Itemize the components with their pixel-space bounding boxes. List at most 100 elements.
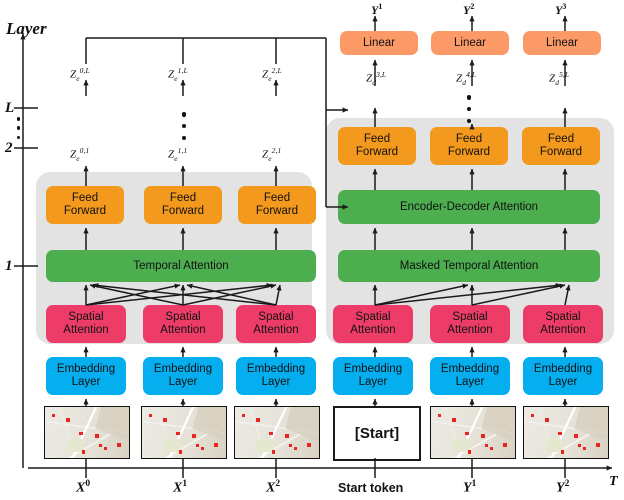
time-tick-label-y2: Y2 <box>556 479 569 497</box>
time-tick-label-x1: X1 <box>173 479 187 497</box>
block-line: Feed <box>455 133 483 146</box>
z-sub: d <box>372 77 377 87</box>
encoder-embedding-layer-2[interactable]: Embedding Layer <box>236 357 316 395</box>
decoder-linear-0[interactable]: Linear <box>340 31 418 55</box>
tick-sup: 0 <box>85 479 91 489</box>
z-sup: 5,L <box>559 70 570 79</box>
layer-axis-ellipsis <box>16 117 21 139</box>
decoder-linear-2[interactable]: Linear <box>523 31 601 55</box>
block-line: Forward <box>161 205 205 217</box>
block-line: Feed <box>71 192 99 205</box>
block-line: Forward <box>255 205 299 217</box>
decoder-embedding-layer-2[interactable]: Embedding Layer <box>523 357 603 395</box>
decoder-feed-forward-2[interactable]: Feed Forward <box>522 127 600 165</box>
block-line: Embedding <box>440 363 500 376</box>
encoder-embedding-layer-1[interactable]: Embedding Layer <box>143 357 223 395</box>
decoder-spatial-attention-1[interactable]: Spatial Attention <box>430 305 510 343</box>
decoder-output-label-2: Zd5,L <box>549 70 569 87</box>
block-line: Spatial <box>258 311 294 324</box>
masked-temporal-attention[interactable]: Masked Temporal Attention <box>338 250 600 282</box>
input-map-thumbnail-0 <box>44 406 130 459</box>
encoder-output-label-0: Ze0,L <box>70 66 90 83</box>
decoder-map-thumbnail-2 <box>523 406 609 459</box>
layer-tick-2: 2 <box>5 140 13 156</box>
decoder-linear-1[interactable]: Linear <box>431 31 509 55</box>
encoder-embedding-layer-0[interactable]: Embedding Layer <box>46 357 126 395</box>
tick-sup: 1 <box>471 479 477 489</box>
block-line: Feed <box>263 192 291 205</box>
block-line: Forward <box>447 146 491 158</box>
block-line: Embedding <box>533 363 593 376</box>
tick-base: X <box>173 480 183 496</box>
prediction-label-0: Y1 <box>371 2 382 18</box>
prediction-label-2: Y3 <box>555 2 566 18</box>
encoder-layer1-output-label-1: Ze1,1 <box>168 146 187 163</box>
z-sub: e <box>268 73 272 83</box>
decoder-spatial-attention-2[interactable]: Spatial Attention <box>523 305 603 343</box>
encoder-layer-ellipsis <box>181 112 187 140</box>
block-line: Spatial <box>165 311 201 324</box>
block-line: Feed <box>169 192 197 205</box>
layer-axis-title: Layer <box>6 19 47 38</box>
encoder-feed-forward-1[interactable]: Feed Forward <box>144 186 222 224</box>
z-sub: d <box>555 77 560 87</box>
encoder-spatial-attention-0[interactable]: Spatial Attention <box>46 305 126 343</box>
tick-base: Y <box>463 480 472 496</box>
encoder-decoder-attention[interactable]: Encoder-Decoder Attention <box>338 190 600 224</box>
y-sup: 2 <box>470 2 475 11</box>
decoder-feed-forward-1[interactable]: Feed Forward <box>430 127 508 165</box>
tick-sup: 2 <box>275 479 281 489</box>
z-sup: 3,L <box>376 70 387 79</box>
encoder-feed-forward-2[interactable]: Feed Forward <box>238 186 316 224</box>
encoder-output-label-1: Ze1,L <box>168 66 188 83</box>
encoder-spatial-attention-1[interactable]: Spatial Attention <box>143 305 223 343</box>
block-line: Embedding <box>343 363 403 376</box>
encoder-feed-forward-0[interactable]: Feed Forward <box>46 186 124 224</box>
start-token-box: [Start] <box>333 406 421 461</box>
z-sub: e <box>76 153 80 163</box>
decoder-output-label-1: Zd4,L <box>456 70 476 87</box>
z-sup: 1,L <box>177 66 188 75</box>
figure-canvas: Feed Forward Feed Forward Feed Forward Temp… <box>0 0 624 500</box>
encoder-temporal-attention[interactable]: Temporal Attention <box>46 250 316 282</box>
tick-base: X <box>266 480 276 496</box>
block-line: Temporal Attention <box>133 259 229 272</box>
decoder-map-thumbnail-1 <box>430 406 516 459</box>
decoder-feed-forward-0[interactable]: Feed Forward <box>338 127 416 165</box>
time-axis-label: T <box>609 474 618 489</box>
tick-base: X <box>76 480 86 496</box>
block-line: Spatial <box>355 311 391 324</box>
encoder-spatial-attention-2[interactable]: Spatial Attention <box>236 305 316 343</box>
block-line: Spatial <box>68 311 104 324</box>
input-map-thumbnail-1 <box>141 406 227 459</box>
decoder-embedding-layer-0[interactable]: Embedding Layer <box>333 357 413 395</box>
block-line: Attention <box>447 324 493 336</box>
encoder-layer1-output-label-0: Ze0,1 <box>70 146 89 163</box>
block-line: Linear <box>363 36 395 49</box>
tick-base: Y <box>556 480 565 496</box>
z-sup: 1,1 <box>177 146 188 155</box>
block-line: Layer <box>455 376 485 388</box>
decoder-embedding-layer-1[interactable]: Embedding Layer <box>430 357 510 395</box>
block-line: Feed <box>547 133 575 146</box>
block-line: Linear <box>546 36 578 49</box>
block-line: Masked Temporal Attention <box>399 259 539 272</box>
z-sup: 2,L <box>271 66 282 75</box>
block-line: Encoder-Decoder Attention <box>399 200 539 213</box>
z-sub: e <box>76 73 80 83</box>
time-tick-label-y1: Y1 <box>463 479 476 497</box>
block-line: Linear <box>454 36 486 49</box>
start-token-label: [Start] <box>354 425 400 442</box>
block-line: Embedding <box>246 363 306 376</box>
block-line: Attention <box>253 324 299 336</box>
block-line: Forward <box>355 146 399 158</box>
block-line: Spatial <box>545 311 581 324</box>
block-line: Attention <box>160 324 206 336</box>
z-sub: e <box>174 153 178 163</box>
time-tick-label-start-token: Start token <box>338 481 404 495</box>
block-line: Feed <box>363 133 391 146</box>
z-sub: e <box>174 73 178 83</box>
tick-sup: 2 <box>564 479 570 489</box>
decoder-spatial-attention-0[interactable]: Spatial Attention <box>333 305 413 343</box>
block-line: Embedding <box>56 363 116 376</box>
